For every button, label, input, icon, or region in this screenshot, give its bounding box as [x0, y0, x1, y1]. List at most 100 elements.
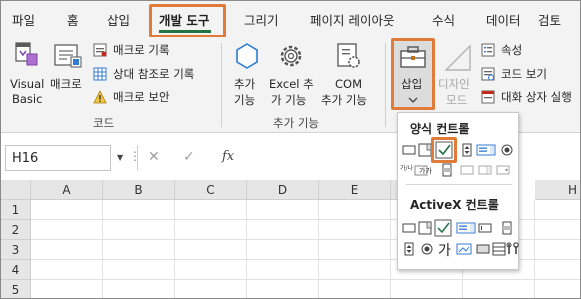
design-mode-label-2: 모드	[446, 93, 468, 107]
grid-cell[interactable]	[319, 240, 391, 260]
activex-text-box-icon[interactable]	[478, 221, 492, 235]
name-box[interactable]: H16	[5, 145, 111, 171]
grid-cell[interactable]	[175, 200, 247, 220]
grid-cell[interactable]	[247, 260, 319, 280]
row-header-3[interactable]: 3	[1, 240, 31, 260]
activex-combo-box-icon[interactable]	[418, 221, 432, 235]
grid-cell[interactable]	[103, 200, 175, 220]
tab-page-layout[interactable]: 페이지 레이아웃	[310, 10, 394, 29]
activex-tools-icon[interactable]	[506, 242, 520, 256]
grid-cell[interactable]	[31, 280, 103, 298]
grid-cell[interactable]	[319, 200, 391, 220]
activex-option-button-icon[interactable]	[420, 242, 434, 256]
tab-insert[interactable]: 삽입	[107, 10, 130, 29]
form-group-box-label[interactable]: 가/나	[400, 163, 413, 172]
form-button-icon[interactable]	[402, 143, 416, 157]
excel-add-ins-gear-icon[interactable]	[277, 42, 305, 73]
tab-home[interactable]: 홈	[67, 10, 79, 29]
column-header-a[interactable]: A	[31, 180, 103, 200]
form-combo-list-icon[interactable]	[478, 163, 492, 177]
form-text-field-icon[interactable]	[460, 163, 474, 177]
activex-checkbox-icon[interactable]	[434, 219, 452, 237]
grid-cell[interactable]	[103, 280, 175, 298]
row-header-1[interactable]: 1	[1, 200, 31, 220]
insert-function-icon[interactable]: fx	[222, 149, 234, 164]
enter-icon[interactable]: ✓	[183, 149, 195, 165]
grid-cell[interactable]	[535, 280, 580, 298]
properties-button[interactable]: 속성	[501, 43, 522, 57]
grid-cell[interactable]	[175, 240, 247, 260]
activex-scroll-bar-icon[interactable]	[500, 221, 514, 235]
dropdown-separator	[406, 184, 512, 185]
form-scroll-bar-icon[interactable]	[440, 163, 454, 177]
grid-cell[interactable]	[247, 280, 319, 298]
grid-cell[interactable]	[535, 200, 580, 220]
grid-cell[interactable]	[535, 220, 580, 240]
add-ins-label-1: 추가	[234, 77, 256, 91]
grid-cell[interactable]	[247, 200, 319, 220]
column-header-d[interactable]: D	[247, 180, 319, 200]
select-all-corner[interactable]	[1, 180, 31, 200]
cancel-icon[interactable]: ✕	[148, 149, 160, 165]
activex-list-box-icon[interactable]	[456, 221, 476, 235]
grid-cell[interactable]	[103, 240, 175, 260]
activex-spin-button-icon[interactable]	[402, 242, 416, 256]
form-combo-box-icon[interactable]	[418, 143, 432, 157]
macro-label[interactable]: 매크로	[50, 77, 82, 91]
form-list-box-icon[interactable]	[476, 143, 496, 157]
add-ins-icon[interactable]	[233, 42, 261, 73]
relative-reference-button[interactable]: 상대 참조로 기록	[113, 67, 194, 81]
tab-data[interactable]: 데이터	[486, 10, 521, 29]
name-box-dropdown-icon[interactable]: ▼	[117, 153, 123, 162]
record-macro-button[interactable]: 매크로 기록	[113, 43, 170, 57]
grid-cell[interactable]	[319, 280, 391, 298]
grid-cell[interactable]	[31, 200, 103, 220]
row-header-2[interactable]: 2	[1, 220, 31, 240]
run-dialog-button[interactable]: 대화 상자 실행	[501, 90, 572, 104]
properties-icon	[481, 43, 495, 60]
grid-cell[interactable]	[175, 260, 247, 280]
grid-cell[interactable]	[103, 220, 175, 240]
grid-cell[interactable]	[247, 240, 319, 260]
row-header-5[interactable]: 5	[1, 280, 31, 298]
grid-cell[interactable]	[535, 260, 580, 280]
form-spin-button-icon[interactable]	[460, 143, 474, 157]
tab-formulas[interactable]: 수식	[432, 10, 455, 29]
column-header-e[interactable]: E	[319, 180, 391, 200]
macro-security-button[interactable]: 매크로 보안	[113, 90, 170, 104]
column-header-b[interactable]: B	[103, 180, 175, 200]
grid-cell[interactable]	[319, 220, 391, 240]
view-code-button[interactable]: 코드 보기	[501, 67, 547, 81]
column-header-c[interactable]: C	[175, 180, 247, 200]
tab-developer[interactable]: 개발 도구	[159, 10, 209, 29]
form-option-button-icon[interactable]	[500, 143, 514, 157]
activex-more-controls-icon[interactable]	[492, 242, 506, 256]
grid-cell[interactable]	[31, 240, 103, 260]
grid-cell[interactable]	[247, 220, 319, 240]
row-header-4[interactable]: 4	[1, 260, 31, 280]
activex-toggle-button-icon[interactable]	[476, 242, 490, 256]
grid-cell[interactable]	[103, 260, 175, 280]
form-combo-dropdown-icon[interactable]	[496, 163, 510, 177]
grid-cell[interactable]	[391, 280, 463, 298]
visual-basic-icon[interactable]	[11, 41, 39, 70]
tab-review[interactable]: 검토	[538, 10, 561, 29]
warning-icon	[93, 90, 107, 107]
form-checkbox-icon[interactable]	[434, 140, 454, 160]
grid-cell[interactable]	[535, 240, 580, 260]
form-label-control[interactable]: 가가	[419, 166, 432, 176]
grid-cell[interactable]	[463, 280, 535, 298]
activex-button-icon[interactable]	[402, 221, 416, 235]
grid-cell[interactable]	[31, 260, 103, 280]
activex-label-control[interactable]: 가	[438, 240, 451, 260]
activex-image-icon[interactable]	[456, 242, 472, 256]
grid-cell[interactable]	[31, 220, 103, 240]
grid-cell[interactable]	[175, 220, 247, 240]
column-header-h[interactable]: H	[535, 180, 580, 200]
grid-cell[interactable]	[319, 260, 391, 280]
grid-cell[interactable]	[175, 280, 247, 298]
macro-icon[interactable]	[53, 43, 83, 72]
com-add-ins-icon[interactable]	[334, 42, 362, 73]
tab-draw[interactable]: 그리기	[244, 10, 279, 29]
tab-file[interactable]: 파일	[12, 10, 35, 29]
